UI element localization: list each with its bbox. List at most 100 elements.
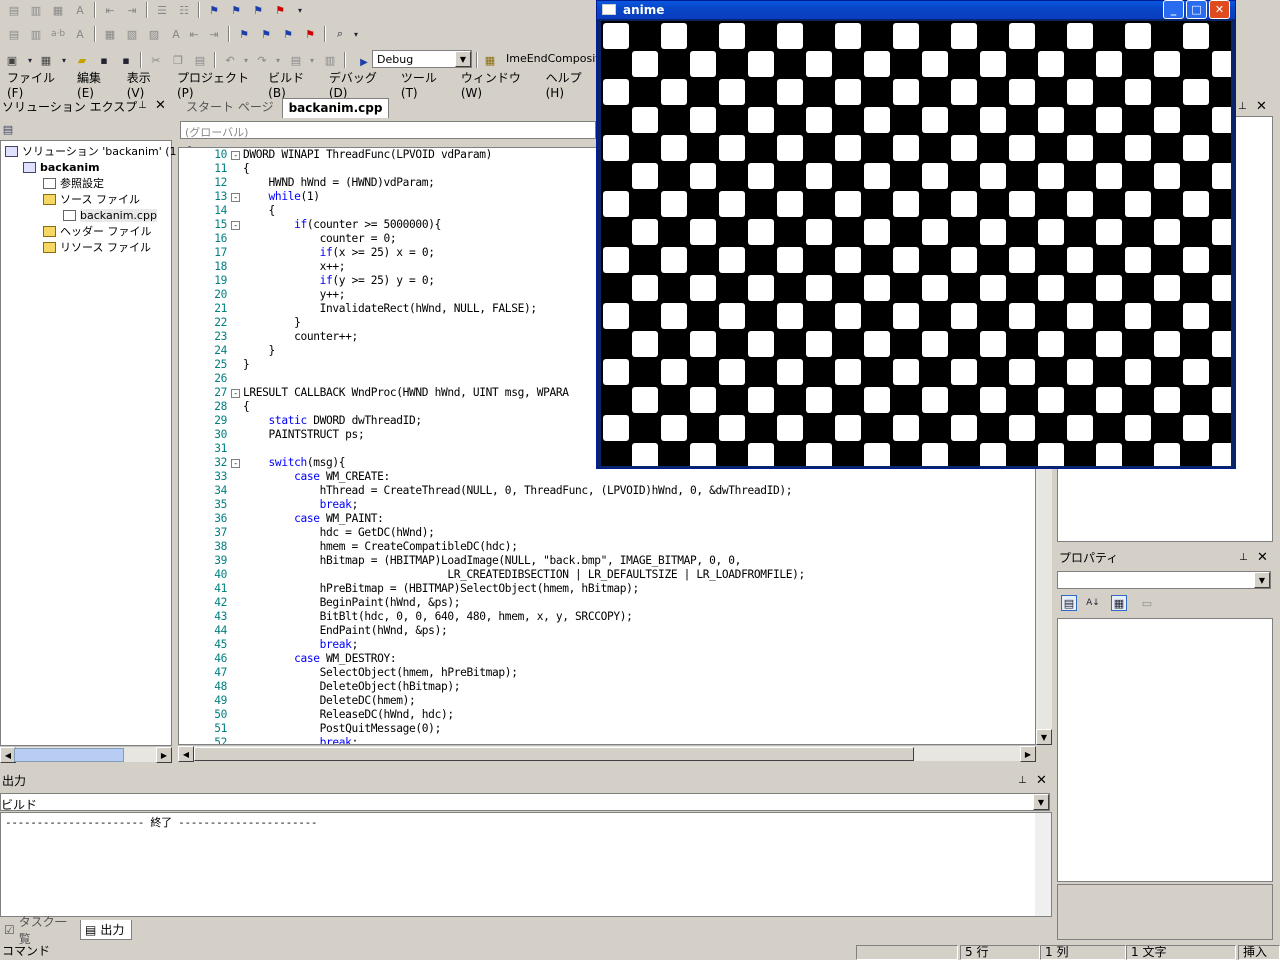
output-text-area[interactable]: ---------------------- 終了 --------------… [0, 812, 1052, 917]
uncomment-icon[interactable]: ▥ [28, 2, 44, 18]
code-line[interactable]: 51 PostQuitMessage(0); [179, 722, 1035, 736]
right-pin-icon[interactable]: ⊥ [1238, 101, 1247, 112]
nav-drop-icon[interactable]: ▾ [304, 52, 320, 68]
indent-icon-2[interactable]: ⇥ [206, 26, 222, 42]
search-icon[interactable]: ⌕ [332, 26, 348, 42]
dropdown-arrow-icon[interactable]: ▾ [292, 2, 308, 18]
outdent-icon[interactable]: ⇤ [102, 2, 118, 18]
scroll-thumb[interactable] [14, 748, 124, 762]
indent-icon[interactable]: ⇥ [124, 2, 140, 18]
output-vscroll[interactable] [1035, 813, 1051, 916]
tab-task-list[interactable]: ☑ タスク一覧 [0, 915, 78, 946]
redo-icon[interactable]: ↷ [254, 52, 270, 68]
code-line[interactable]: 48 DeleteObject(hBitmap); [179, 680, 1035, 694]
pin-icon[interactable]: ⊥ [138, 100, 147, 111]
comment-icon[interactable]: ▤ [6, 2, 22, 18]
flag-icon-1[interactable]: ⚑ [236, 26, 252, 42]
dropdown-arrow-icon-4[interactable]: ▾ [56, 52, 72, 68]
code-line[interactable]: 45 break; [179, 638, 1035, 652]
code-line[interactable]: 49 DeleteDC(hmem); [179, 694, 1035, 708]
anime-window[interactable]: anime _ □ ✕ [596, 0, 1236, 469]
fold-toggle-icon[interactable]: - [231, 459, 240, 468]
list-icon[interactable]: ☰ [154, 2, 170, 18]
properties-chevron-down-icon[interactable]: ▼ [1254, 572, 1270, 588]
tree-item-0[interactable]: ソリューション 'backanim' (1 プロ [5, 143, 202, 159]
tree-item-6[interactable]: リソース ファイル [43, 239, 151, 255]
bookmark-icon[interactable]: ⚑ [206, 2, 222, 18]
doc1-icon[interactable]: ▤ [6, 26, 22, 42]
property-pages-icon[interactable]: ▭ [1139, 595, 1155, 611]
menu-item-5[interactable]: デバッグ(D) [322, 69, 394, 100]
menu-item-2[interactable]: 表示(V) [120, 69, 170, 100]
scroll-down-icon[interactable]: ▼ [1036, 729, 1052, 745]
tree-item-4[interactable]: backanim.cpp [63, 207, 157, 223]
editor-scroll-right-icon[interactable]: ▶ [1020, 746, 1036, 762]
properties-icon[interactable]: ▤ [0, 121, 16, 137]
config-select[interactable]: Debug ▼ [372, 50, 472, 68]
code-line[interactable]: 47 SelectObject(hmem, hPreBitmap); [179, 666, 1035, 680]
scope-select[interactable]: (グローバル) [180, 121, 596, 139]
copy-icon[interactable]: ❐ [170, 52, 186, 68]
add-item-icon[interactable]: ▦ [38, 52, 54, 68]
tab-start-page[interactable]: スタート ページ [176, 98, 282, 118]
solution-hscroll[interactable]: ◀ ▶ [0, 746, 172, 763]
fold-toggle-icon[interactable]: - [231, 193, 240, 202]
categorized-icon[interactable]: ▤ [1061, 595, 1077, 611]
code-line[interactable]: 46 case WM_DESTROY: [179, 652, 1035, 666]
fold-toggle-icon[interactable]: - [231, 389, 240, 398]
tree-item-3[interactable]: ソース ファイル [43, 191, 140, 207]
fold-toggle-icon[interactable]: - [231, 151, 240, 160]
doc3-icon[interactable]: ▦ [102, 26, 118, 42]
code-line[interactable]: 43 BitBlt(hdc, 0, 0, 640, 480, hmem, x, … [179, 610, 1035, 624]
fold-toggle-icon[interactable]: - [231, 221, 240, 230]
tree-item-2[interactable]: 参照設定 [43, 175, 104, 191]
scroll-right-icon[interactable]: ▶ [156, 747, 172, 763]
code-line[interactable]: 33 case WM_CREATE: [179, 470, 1035, 484]
code-line[interactable]: 36 case WM_PAINT: [179, 512, 1035, 526]
new-project-icon[interactable]: ▣ [4, 52, 20, 68]
chevron-down-icon[interactable]: ▼ [455, 51, 471, 67]
bookmark-clear-icon[interactable]: ⚑ [272, 2, 288, 18]
menu-item-6[interactable]: ツール(T) [394, 69, 454, 100]
properties-pin-icon[interactable]: ⊥ [1239, 552, 1248, 563]
undo-icon[interactable]: ↶ [222, 52, 238, 68]
undo-drop-icon[interactable]: ▾ [238, 52, 254, 68]
editor-scroll-thumb[interactable] [194, 747, 914, 761]
code-line[interactable]: 35 break; [179, 498, 1035, 512]
maximize-button[interactable]: □ [1186, 0, 1207, 19]
code-line[interactable]: 42 BeginPaint(hWnd, &ps); [179, 596, 1035, 610]
cut-icon[interactable]: ✂ [148, 52, 164, 68]
list2-icon[interactable]: ☷ [176, 2, 192, 18]
close-window-button[interactable]: ✕ [1209, 0, 1230, 19]
code-line[interactable]: 44 EndPaint(hWnd, &ps); [179, 624, 1035, 638]
font-icon[interactable]: A [72, 2, 88, 18]
properties-view-icon[interactable]: ▦ [1111, 595, 1127, 611]
doc5-icon[interactable]: ▨ [146, 26, 162, 42]
doc4-icon[interactable]: ▧ [124, 26, 140, 42]
tree-item-5[interactable]: ヘッダー ファイル [43, 223, 152, 239]
font-icon-2[interactable]: A [72, 26, 88, 42]
format-icon[interactable]: ▦ [50, 2, 66, 18]
code-line[interactable]: 37 hdc = GetDC(hWnd); [179, 526, 1035, 540]
close-icon[interactable]: ✕ [155, 98, 166, 113]
save-icon[interactable]: ▪ [96, 52, 112, 68]
output-source-select[interactable]: ビルド ▼ [0, 793, 1050, 812]
find-in-files-icon[interactable]: ▦ [482, 52, 498, 68]
menu-item-0[interactable]: ファイル(F) [0, 69, 70, 100]
dropdown-arrow-icon-3[interactable]: ▾ [22, 52, 38, 68]
flag-icon-4[interactable]: ⚑ [302, 26, 318, 42]
font-icon-3[interactable]: A [168, 26, 184, 42]
output-chevron-down-icon[interactable]: ▼ [1033, 794, 1049, 810]
code-line[interactable]: 38 hmem = CreateCompatibleDC(hdc); [179, 540, 1035, 554]
tree-item-1[interactable]: backanim [23, 159, 100, 175]
code-line[interactable]: 40 LR_CREATEDIBSECTION | LR_DEFAULTSIZE … [179, 568, 1035, 582]
flag-icon-2[interactable]: ⚑ [258, 26, 274, 42]
bookmark-next-icon[interactable]: ⚑ [228, 2, 244, 18]
alphabetical-icon[interactable]: A↓ [1085, 595, 1101, 611]
bookmark-prev-icon[interactable]: ⚑ [250, 2, 266, 18]
ab-icon[interactable]: a·b [50, 26, 66, 42]
paste-icon[interactable]: ▤ [192, 52, 208, 68]
anime-titlebar[interactable]: anime _ □ ✕ [597, 0, 1235, 19]
tab-backanim-cpp[interactable]: backanim.cpp [281, 98, 390, 118]
menu-item-3[interactable]: プロジェクト(P) [170, 69, 261, 100]
